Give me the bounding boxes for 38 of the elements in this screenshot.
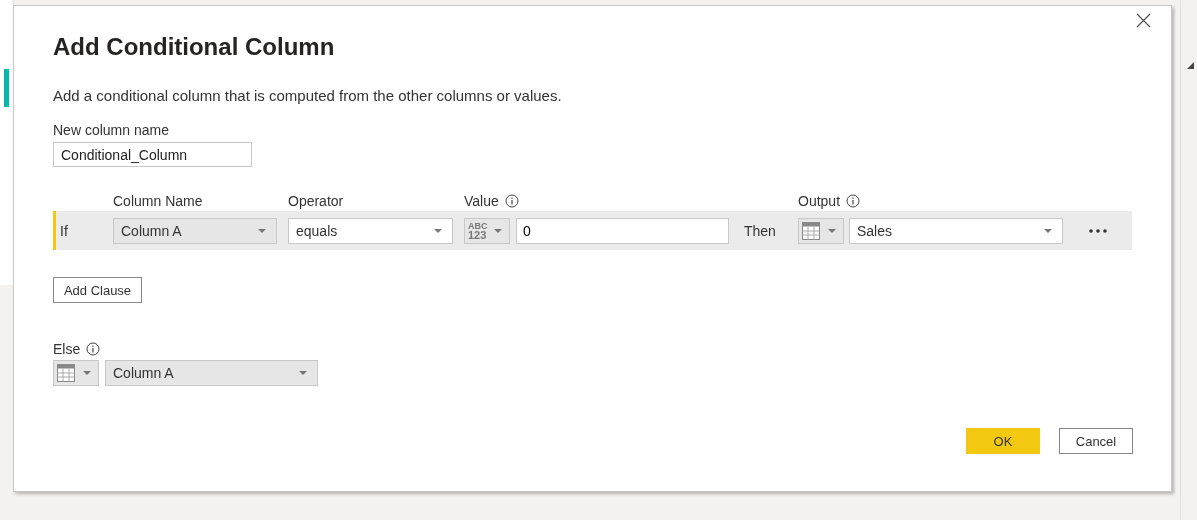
column-header: Column Name xyxy=(113,193,203,209)
else-label: Else xyxy=(53,341,81,357)
caret-icon xyxy=(434,228,442,233)
caret-icon xyxy=(494,228,502,233)
column-header: Value xyxy=(464,193,499,209)
dialog-title: Add Conditional Column xyxy=(53,33,336,61)
info-icon xyxy=(846,194,861,208)
if-label: If xyxy=(59,222,69,239)
type-button[interactable] xyxy=(53,360,99,386)
value-field[interactable]: 0 xyxy=(516,217,729,244)
type-button[interactable] xyxy=(798,217,844,244)
caret-icon xyxy=(83,371,91,375)
triangle-icon xyxy=(1187,62,1194,69)
add-clause-button[interactable]: Add Clause xyxy=(53,277,142,303)
caret-icon xyxy=(1044,228,1052,233)
else-dropdown[interactable]: Column A xyxy=(105,360,318,386)
column-header: Operator xyxy=(288,193,344,209)
caret-icon xyxy=(258,228,266,233)
more-icon[interactable] xyxy=(1088,228,1107,233)
column-dropdown[interactable]: Column A xyxy=(113,217,277,244)
output-dropdown[interactable]: Sales xyxy=(849,217,1063,244)
caret-icon xyxy=(299,371,307,375)
ok-button[interactable]: OK xyxy=(966,428,1040,454)
operator-dropdown[interactable]: equals xyxy=(288,217,453,244)
info-icon xyxy=(86,342,101,356)
field-label: New column name xyxy=(53,122,170,138)
column-header: Output xyxy=(798,193,841,209)
table-icon xyxy=(802,221,820,240)
accent-bar xyxy=(4,69,9,107)
then-label: Then xyxy=(743,222,777,239)
dialog-description: Add a conditional column that is computed from the other columns or values. xyxy=(53,87,563,104)
column-name-field[interactable]: Conditional_Column xyxy=(53,142,252,167)
info-icon xyxy=(504,194,519,208)
type-button[interactable]: ABC 123 xyxy=(464,217,510,244)
cancel-button[interactable]: Cancel xyxy=(1059,428,1133,454)
caret-icon xyxy=(828,228,836,233)
table-icon xyxy=(57,364,75,382)
close-icon[interactable] xyxy=(1136,13,1151,28)
